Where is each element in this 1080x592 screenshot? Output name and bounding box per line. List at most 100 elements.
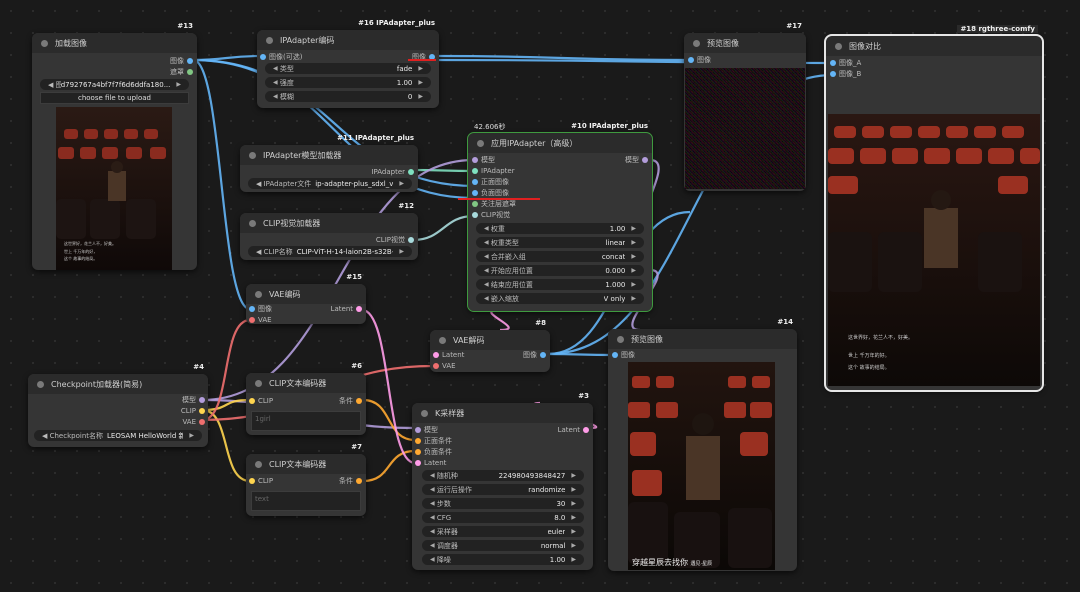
collapse-dot-icon[interactable] — [266, 36, 273, 44]
node-ipadapter-model-loader[interactable]: #11 IPAdapter_plus IPAdapter模型加载器 IPAdap… — [240, 134, 418, 192]
denoise-stepper[interactable]: ◀ 降噪 1.00 ▶ — [422, 554, 584, 565]
upload-button[interactable]: choose file to upload — [40, 92, 189, 104]
node-header[interactable]: K采样器 — [412, 403, 593, 423]
node-image-compare[interactable]: #18 rgthree-comfy 图像对比 图像_A 图像_B 这世界好，花兰… — [824, 25, 1044, 392]
node-checkpoint-loader[interactable]: #4 Checkpoint加载器(简易) 模型 CLIP VAE ◀ Check… — [28, 363, 208, 447]
input-latent[interactable]: Latent — [433, 350, 464, 360]
prompt-textarea[interactable]: 1girl — [251, 411, 361, 431]
collapse-dot-icon[interactable] — [255, 379, 262, 387]
input-positive-image[interactable]: 正面图像 — [472, 177, 509, 187]
input-image[interactable]: 图像 — [249, 304, 272, 314]
node-header[interactable]: CLIP视觉加载器 — [240, 213, 418, 233]
ipadapter-file-select[interactable]: ◀ IPAdapter文件ip-adapter-plus_sdxl_vit-h▶ — [248, 178, 412, 189]
collapse-dot-icon[interactable] — [37, 380, 44, 388]
node-preview-image-17[interactable]: #17 预览图像 图像 — [684, 22, 806, 191]
node-clip-text-encode-positive[interactable]: #6 CLIP文本编码器 CLIP 条件 1girl — [246, 362, 366, 435]
input-model[interactable]: 模型 — [415, 425, 438, 435]
input-vae[interactable]: VAE — [249, 315, 272, 325]
output-latent[interactable]: Latent — [558, 425, 590, 435]
weight-type-select[interactable]: ◀ 权重类型 linear ▶ — [476, 237, 644, 248]
input-image-a[interactable]: 图像_A — [830, 58, 861, 68]
node-header[interactable]: 加载图像 — [32, 33, 197, 53]
collapse-dot-icon[interactable] — [421, 409, 428, 417]
node-header[interactable]: 预览图像 — [684, 33, 806, 53]
collapse-dot-icon[interactable] — [249, 151, 256, 159]
type-select[interactable]: ◀ 类型 fade ▶ — [265, 63, 431, 74]
input-image-optional[interactable]: 图像(可选) — [260, 52, 302, 62]
seed-stepper[interactable]: ◀ 随机种 224980493848427 ▶ — [422, 470, 584, 481]
node-header[interactable]: 预览图像 — [608, 329, 797, 349]
node-apply-ipadapter-advanced[interactable]: 42.606秒 #10 IPAdapter_plus 应用IPAdapter（高… — [467, 122, 653, 312]
node-header[interactable]: VAE编码 — [246, 284, 366, 304]
node-vae-decode[interactable]: #8 VAE解码 Latent VAE 图像 — [430, 319, 550, 372]
scheduler-select[interactable]: ◀ 调度器 normal ▶ — [422, 540, 584, 551]
image-select[interactable]: ◀ 图像d792767a4bf7f7f6d6ddfa180...▶ — [40, 79, 189, 90]
node-clip-vision-loader[interactable]: #12 CLIP视觉加载器 CLIP视觉 ◀ CLIP名称 CLIP-ViT-H-… — [240, 202, 418, 260]
node-load-image[interactable]: #13 加载图像 图像 遮罩 ◀ 图像d792767a4bf7f7f6d6ddf… — [32, 22, 197, 270]
start-at-stepper[interactable]: ◀ 开始应用位置 0.000 ▶ — [476, 265, 644, 276]
blur-stepper[interactable]: ◀ 模糊 0 ▶ — [265, 91, 431, 102]
collapse-dot-icon[interactable] — [835, 42, 842, 50]
embeds-scaling-select[interactable]: ◀ 嵌入缩放 V only ▶ — [476, 293, 644, 304]
node-ksampler[interactable]: #3 K采样器 模型 正面条件 负面条件 Latent Latent ◀ 随机种… — [412, 392, 593, 570]
input-positive[interactable]: 正面条件 — [415, 436, 452, 446]
input-latent[interactable]: Latent — [415, 458, 446, 468]
input-vae[interactable]: VAE — [433, 361, 456, 371]
collapse-dot-icon[interactable] — [249, 219, 256, 227]
strength-stepper[interactable]: ◀ 强度 1.00 ▶ — [265, 77, 431, 88]
node-ipadapter-encode[interactable]: #16 IPAdapter_plus IPAdapter编码 图像(可选) 图像… — [257, 19, 439, 108]
node-header[interactable]: 图像对比 — [826, 36, 1042, 56]
checkpoint-name-select[interactable]: ◀ Checkpoint名称LEOSAM HelloWorld 新...▶ — [34, 430, 202, 441]
node-header[interactable]: CLIP文本编码器 — [246, 454, 366, 474]
input-image[interactable]: 图像 — [688, 55, 711, 65]
input-clip[interactable]: CLIP — [249, 476, 273, 486]
output-model[interactable]: 模型 — [625, 155, 648, 165]
output-conditioning[interactable]: 条件 — [339, 476, 362, 486]
node-vae-encode[interactable]: #15 VAE编码 图像 VAE Latent — [246, 273, 366, 325]
node-header[interactable]: IPAdapter模型加载器 — [240, 145, 418, 165]
cfg-stepper[interactable]: ◀ CFG 8.0 ▶ — [422, 512, 584, 523]
collapse-dot-icon[interactable] — [693, 39, 700, 47]
compare-image[interactable]: 这世界好，花兰人不，好美。 世上 千万年的好。 这个 故事的结局。 — [828, 114, 1040, 386]
node-header[interactable]: IPAdapter编码 — [257, 30, 439, 50]
input-image-b[interactable]: 图像_B — [830, 69, 861, 79]
input-clip-vision[interactable]: CLIP视觉 — [472, 210, 510, 220]
steps-stepper[interactable]: ◀ 步数 30 ▶ — [422, 498, 584, 509]
collapse-dot-icon[interactable] — [617, 335, 624, 343]
input-clip[interactable]: CLIP — [249, 396, 273, 406]
collapse-dot-icon[interactable] — [439, 336, 446, 344]
input-image[interactable]: 图像 — [612, 350, 635, 360]
prompt-textarea[interactable]: text — [251, 491, 361, 511]
weight-stepper[interactable]: ◀ 权重 1.00 ▶ — [476, 223, 644, 234]
clip-name-select[interactable]: ◀ CLIP名称 CLIP-ViT-H-14-laion2B-s32B-... ▶ — [248, 246, 412, 257]
collapse-dot-icon[interactable] — [255, 290, 262, 298]
end-at-stepper[interactable]: ◀ 结束应用位置 1.000 ▶ — [476, 279, 644, 290]
output-model[interactable]: 模型 — [182, 395, 205, 405]
collapse-dot-icon[interactable] — [41, 39, 48, 47]
input-attn-mask[interactable]: 关注层遮罩 — [472, 199, 516, 209]
node-header[interactable]: CLIP文本编码器 — [246, 373, 366, 393]
collapse-dot-icon[interactable] — [255, 460, 262, 468]
control-after-generate-select[interactable]: ◀ 运行后操作 randomize ▶ — [422, 484, 584, 495]
collapse-dot-icon[interactable] — [477, 139, 484, 147]
output-conditioning[interactable]: 条件 — [339, 396, 362, 406]
output-mask[interactable]: 遮罩 — [170, 67, 193, 77]
output-vae[interactable]: VAE — [182, 417, 205, 427]
node-preview-image-14[interactable]: #14 预览图像 图像 穿越星辰去找你 遇见·星辰 — [608, 318, 797, 571]
output-image-preview[interactable]: 穿越星辰去找你 遇见·星辰 — [628, 362, 775, 570]
output-clip-vision[interactable]: CLIP视觉 — [376, 235, 415, 245]
combine-embeds-select[interactable]: ◀ 合并嵌入组 concat ▶ — [476, 251, 644, 262]
input-model[interactable]: 模型 — [472, 155, 495, 165]
node-header[interactable]: Checkpoint加载器(简易) — [28, 374, 208, 394]
output-image[interactable]: 图像 — [170, 56, 193, 66]
node-header[interactable]: 应用IPAdapter（高级） — [468, 133, 652, 153]
output-latent[interactable]: Latent — [331, 304, 363, 314]
output-ipadapter[interactable]: IPAdapter — [371, 167, 414, 177]
sampler-select[interactable]: ◀ 采样器 euler ▶ — [422, 526, 584, 537]
input-negative-image[interactable]: 负面图像 — [472, 188, 509, 198]
node-clip-text-encode-negative[interactable]: #7 CLIP文本编码器 CLIP 条件 text — [246, 443, 366, 516]
input-negative[interactable]: 负面条件 — [415, 447, 452, 457]
node-header[interactable]: VAE解码 — [430, 330, 550, 350]
output-image[interactable]: 图像 — [523, 350, 546, 360]
output-clip[interactable]: CLIP — [181, 406, 206, 416]
